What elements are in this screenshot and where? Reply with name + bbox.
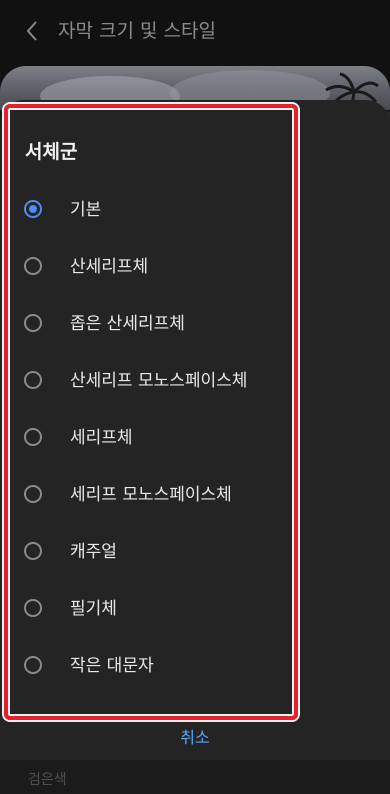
font-option-casual[interactable]: 캐주얼 [0,524,290,581]
app-header: 자막 크기 및 스타일 [0,0,390,64]
page-title: 자막 크기 및 스타일 [58,20,216,42]
font-option-cursive[interactable]: 필기체 [0,581,290,638]
option-label: 작은 대문자 [70,656,154,676]
font-option-serif[interactable]: 세리프체 [0,410,290,467]
radio-unchecked-icon[interactable] [24,542,42,560]
radio-checked-icon[interactable] [24,200,42,218]
option-label: 기본 [70,200,102,220]
cancel-button[interactable]: 취소 [160,726,230,750]
dialog-title: 서체군 [25,141,78,163]
option-label: 세리프체 [70,428,133,448]
radio-unchecked-icon[interactable] [24,314,42,332]
radio-unchecked-icon[interactable] [24,257,42,275]
option-label: 산세리프 모노스페이스체 [70,371,248,391]
font-option-sans-serif-monospace[interactable]: 산세리프 모노스페이스체 [0,353,290,410]
font-option-small-capitals[interactable]: 작은 대문자 [0,638,290,695]
option-label: 캐주얼 [70,542,117,562]
radio-unchecked-icon[interactable] [24,371,42,389]
radio-unchecked-icon[interactable] [24,485,42,503]
radio-unchecked-icon[interactable] [24,599,42,617]
back-arrow-icon[interactable] [22,18,44,44]
option-label: 필기체 [70,599,117,619]
background-setting-label: 검은색 [28,772,67,788]
font-option-serif-monospace[interactable]: 세리프 모노스페이스체 [0,467,290,524]
option-label: 좁은 산세리프체 [70,314,185,334]
option-label: 산세리프체 [70,257,149,277]
radio-unchecked-icon[interactable] [24,428,42,446]
font-option-sans-serif[interactable]: 산세리프체 [0,239,290,296]
radio-unchecked-icon[interactable] [24,656,42,674]
font-option-list: 기본 산세리프체 좁은 산세리프체 산세리프 모노스페이스체 세리프체 세리프 … [0,182,290,695]
font-option-condensed-sans-serif[interactable]: 좁은 산세리프체 [0,296,290,353]
screen: 자막 크기 및 스타일 검은색 서체군 기본 산세리프체 좁은 산세리프체 산세… [0,0,390,794]
font-option-default[interactable]: 기본 [0,182,290,239]
option-label: 세리프 모노스페이스체 [70,485,232,505]
